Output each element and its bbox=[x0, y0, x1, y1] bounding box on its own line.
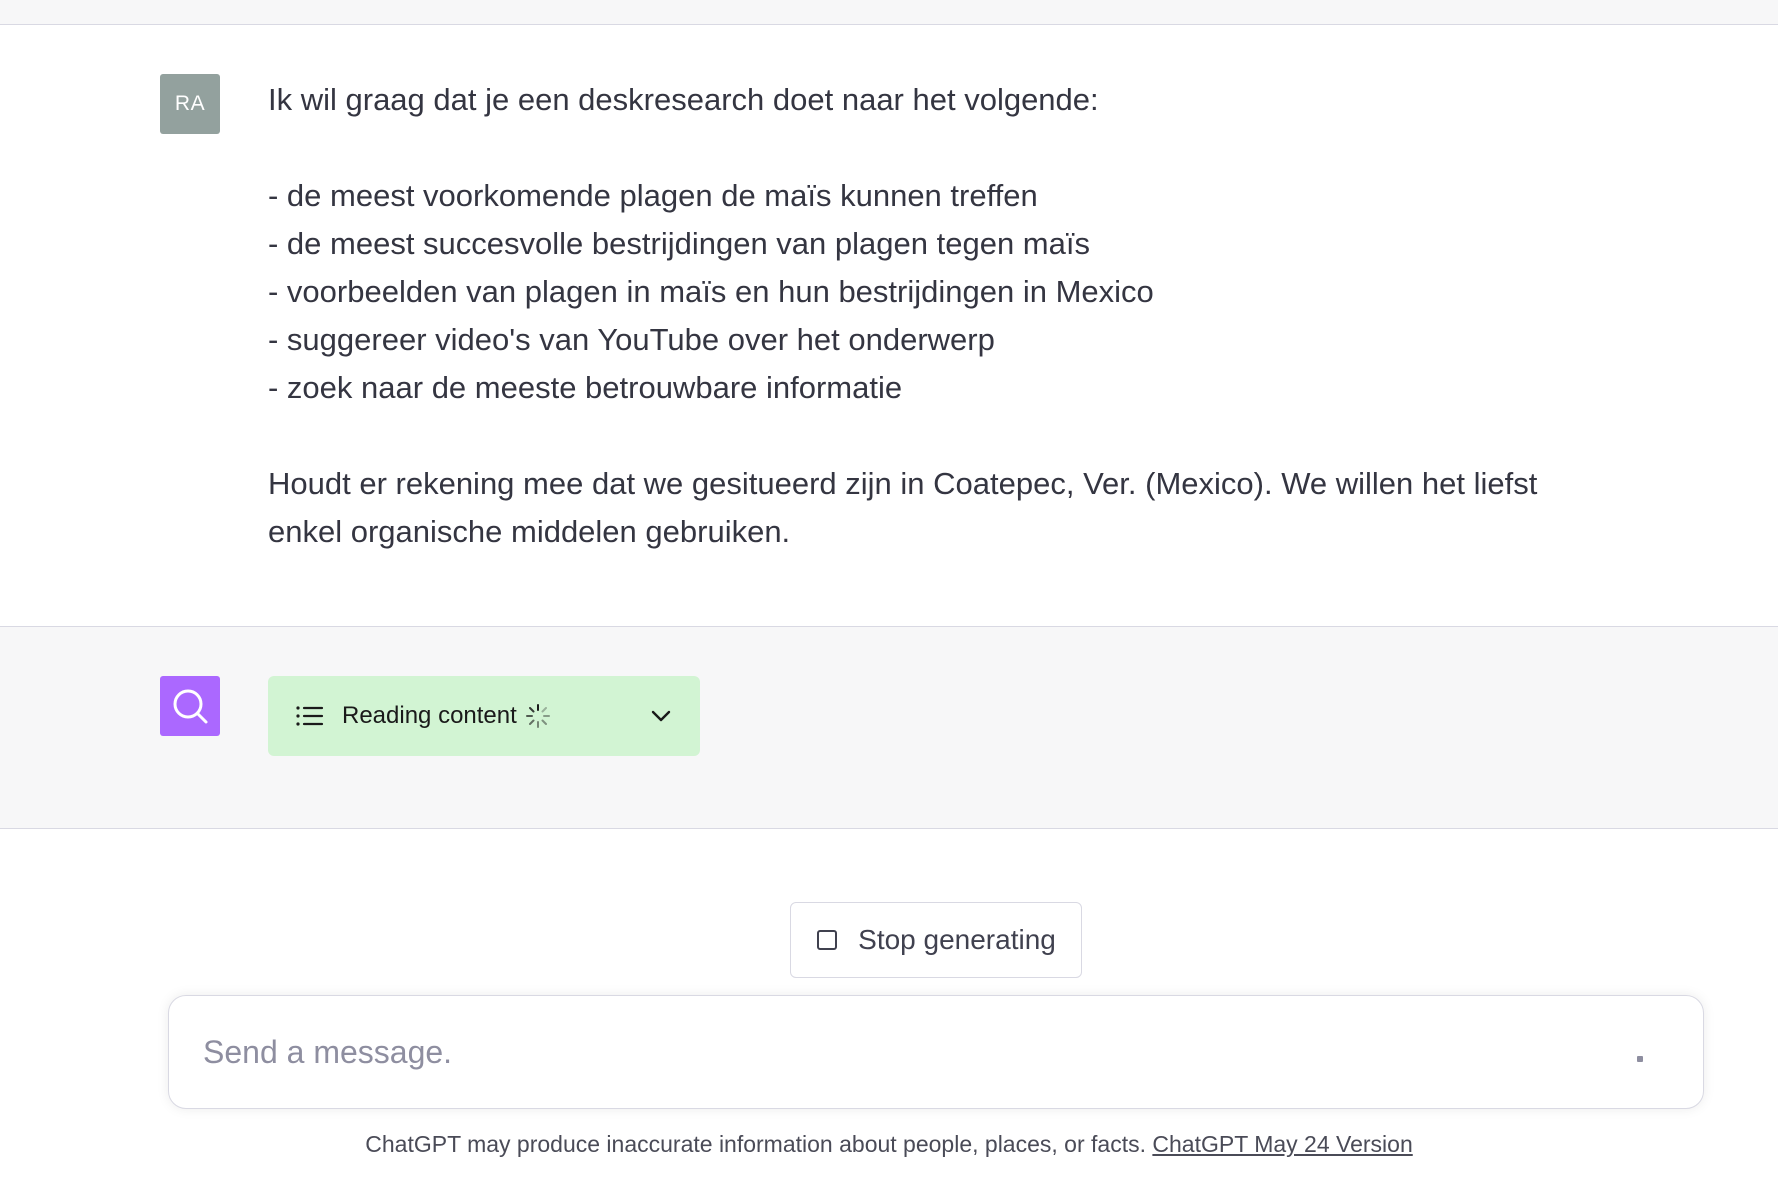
assistant-avatar bbox=[160, 676, 220, 736]
chevron-down-icon[interactable] bbox=[648, 703, 674, 729]
search-icon bbox=[173, 689, 208, 724]
stop-square-icon bbox=[817, 930, 838, 950]
user-message-bullet: - de meest succesvolle bestrijdingen van… bbox=[268, 226, 1090, 261]
message-composer bbox=[168, 995, 1704, 1109]
user-message-bullet: - suggereer video's van YouTube over het… bbox=[268, 322, 995, 357]
user-message-bullet: - zoek naar de meeste betrouwbare inform… bbox=[268, 370, 903, 405]
message-input[interactable] bbox=[201, 1026, 1605, 1078]
version-link[interactable]: ChatGPT May 24 Version bbox=[1152, 1131, 1412, 1157]
user-message-intro: Ik wil graag dat je een deskresearch doe… bbox=[268, 82, 1099, 117]
footer-disclaimer: ChatGPT may produce inaccurate informati… bbox=[365, 1131, 1153, 1157]
assistant-message-row bbox=[0, 627, 1778, 829]
top-bar bbox=[0, 0, 1778, 25]
user-message: Ik wil graag dat je een deskresearch doe… bbox=[268, 76, 1588, 556]
user-message-bullet: - de meest voorkomende plagen de maïs ku… bbox=[268, 178, 1038, 213]
user-avatar-initials: RA bbox=[174, 92, 206, 115]
footer: ChatGPT may produce inaccurate informati… bbox=[0, 1131, 1778, 1158]
user-message-closing: enkel organische middelen gebruiken. bbox=[268, 514, 791, 549]
tool-status-toggle[interactable]: Reading content bbox=[268, 676, 700, 756]
stop-generating-label: Stop generating bbox=[858, 924, 1056, 955]
user-message-closing: Houdt er rekening mee dat we gesitueerd … bbox=[268, 466, 1538, 501]
tool-status-label: Reading content bbox=[342, 702, 517, 729]
user-avatar: RA bbox=[160, 74, 220, 134]
send-button[interactable] bbox=[1637, 1056, 1643, 1062]
spinner-icon bbox=[525, 704, 550, 728]
stop-generating-button[interactable]: Stop generating bbox=[790, 902, 1082, 978]
list-icon bbox=[296, 706, 324, 726]
user-message-bullet: - voorbeelden van plagen in maïs en hun … bbox=[268, 274, 1154, 309]
